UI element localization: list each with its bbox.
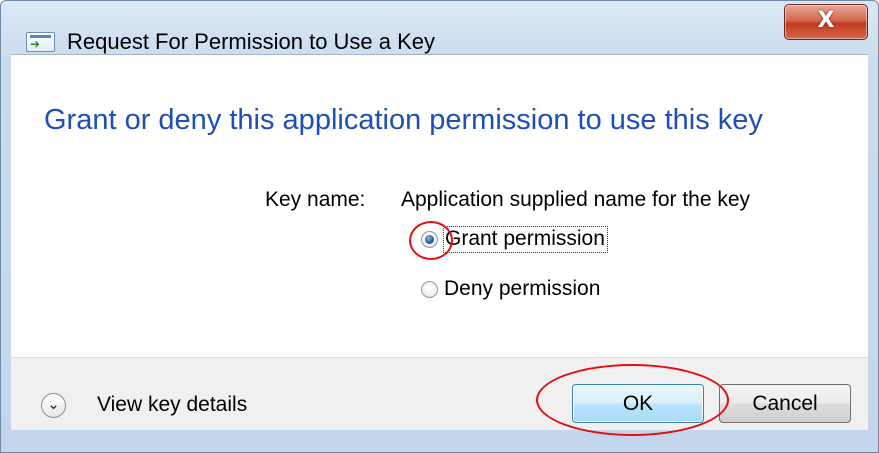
annotation-circle-grant [409,221,453,260]
cancel-button[interactable]: Cancel [719,384,851,423]
key-name-label: Key name: [265,188,366,211]
dialog-content: Grant or deny this application permissio… [11,54,868,358]
deny-permission-label[interactable]: Deny permission [444,277,600,301]
window-title: Request For Permission to Use a Key [67,29,436,54]
close-icon: X [817,8,835,33]
grant-permission-label[interactable]: Grant permission [443,226,608,253]
view-details-toggle[interactable]: ⌄ [41,393,66,418]
dialog-headline: Grant or deny this application permissio… [44,104,763,136]
chevron-down-icon: ⌄ [47,395,60,413]
view-key-details-label[interactable]: View key details [97,393,247,417]
dialog-footer: ⌄ View key details OK Cancel [11,357,868,430]
annotation-circle-ok [536,364,729,436]
deny-permission-radio[interactable] [421,281,438,298]
dialog-window: ➜ Request For Permission to Use a Key X … [0,0,879,453]
key-name-value: Application supplied name for the key [401,188,751,211]
close-button[interactable]: X [784,4,868,40]
run-icon: ➜ [26,32,55,52]
title-bar[interactable]: ➜ Request For Permission to Use a Key X [1,1,878,54]
